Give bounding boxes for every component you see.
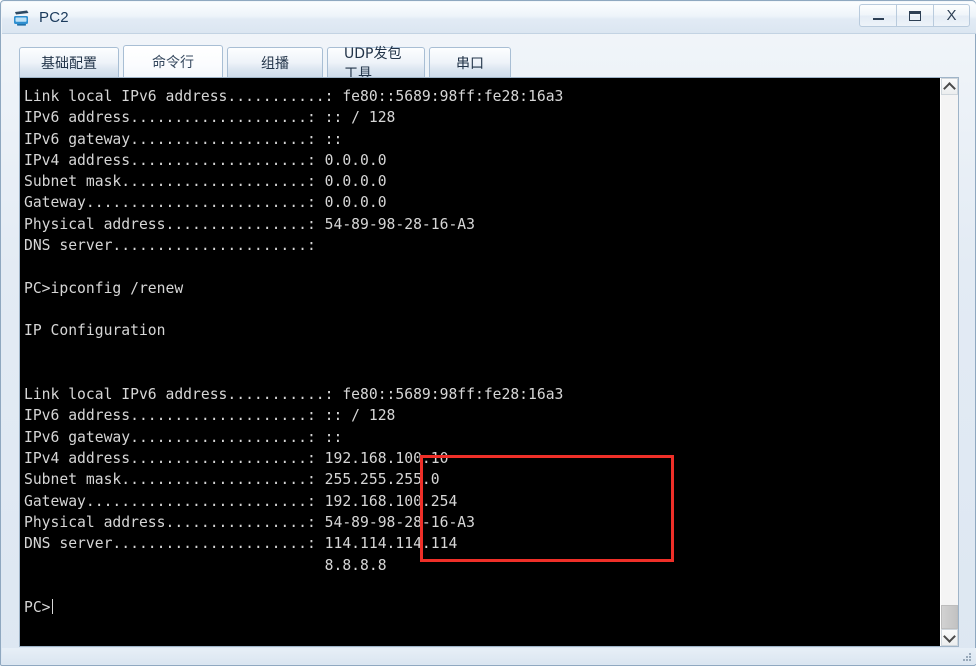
terminal-line: IPv4 address....................: 0.0.0.…: [24, 151, 387, 169]
chevron-down-icon: [943, 629, 956, 643]
tab-strip: 基础配置 命令行 组播 UDP发包工具 串口: [19, 45, 515, 82]
pc-device-icon: [12, 9, 32, 27]
terminal-line: Link local IPv6 address...........: fe80…: [24, 88, 564, 105]
terminal-line: IP Configuration: [24, 322, 166, 340]
terminal-line: Subnet mask.....................: 0.0.0.…: [24, 173, 387, 191]
close-button[interactable]: X: [933, 4, 970, 27]
pc2-window: PC2 X 基础配置 命令行 组播 UDP发包工具 串口 Link local …: [0, 0, 976, 666]
terminal-line: PC>ipconfig /renew: [24, 279, 184, 297]
terminal-line: IPv6 gateway....................: ::: [24, 428, 343, 446]
tab-udp-tool[interactable]: UDP发包工具: [327, 46, 425, 82]
terminal-line: IPv4 address....................: 192.16…: [24, 450, 449, 468]
tab-serial-port[interactable]: 串口: [429, 47, 511, 77]
terminal-line: IPv6 address....................: :: / 1…: [24, 407, 396, 425]
terminal-line: Gateway.........................: 192.16…: [24, 492, 458, 510]
terminal-line: IPv6 gateway....................: ::: [24, 130, 343, 148]
scroll-up-button[interactable]: [941, 78, 958, 95]
terminal-line: Physical address................: 54-89-…: [24, 215, 475, 233]
tab-basic-config[interactable]: 基础配置: [19, 47, 119, 77]
minimize-icon: [872, 18, 884, 20]
command-line-panel: Link local IPv6 address...........: fe80…: [19, 77, 959, 647]
terminal-line: IPv6 address....................: :: / 1…: [24, 109, 396, 127]
terminal-line: PC>: [24, 597, 940, 618]
terminal-cursor: [51, 599, 54, 615]
title-bar-left: PC2: [12, 2, 69, 33]
scroll-down-button[interactable]: [941, 629, 958, 646]
terminal-output[interactable]: Link local IPv6 address...........: fe80…: [20, 78, 940, 646]
tab-multicast[interactable]: 组播: [227, 47, 323, 77]
scrollbar-track[interactable]: [941, 95, 958, 629]
chevron-up-icon: [943, 81, 956, 95]
terminal-line: DNS server......................:: [24, 237, 316, 255]
minimize-button[interactable]: [859, 4, 896, 27]
tab-command-line[interactable]: 命令行: [123, 45, 223, 77]
terminal-line: Link local IPv6 address...........: fe80…: [24, 386, 564, 404]
terminal-line: Gateway.........................: 0.0.0.…: [24, 194, 387, 212]
window-controls: X: [859, 4, 970, 28]
terminal-scrollbar[interactable]: [940, 78, 958, 646]
maximize-button[interactable]: [896, 4, 933, 27]
title-bar[interactable]: PC2 X: [2, 2, 976, 34]
window-bottom-strip: [2, 648, 976, 664]
terminal-line: Physical address................: 54-89-…: [24, 513, 475, 531]
terminal-line: 8.8.8.8: [24, 556, 387, 574]
close-icon: X: [946, 7, 957, 24]
scrollbar-thumb[interactable]: [941, 605, 958, 629]
maximize-icon: [909, 10, 921, 21]
window-title: PC2: [39, 9, 69, 26]
resize-grip-icon[interactable]: [961, 650, 973, 662]
terminal-line: DNS server......................: 114.11…: [24, 535, 458, 553]
terminal-line: Subnet mask.....................: 255.25…: [24, 471, 440, 489]
